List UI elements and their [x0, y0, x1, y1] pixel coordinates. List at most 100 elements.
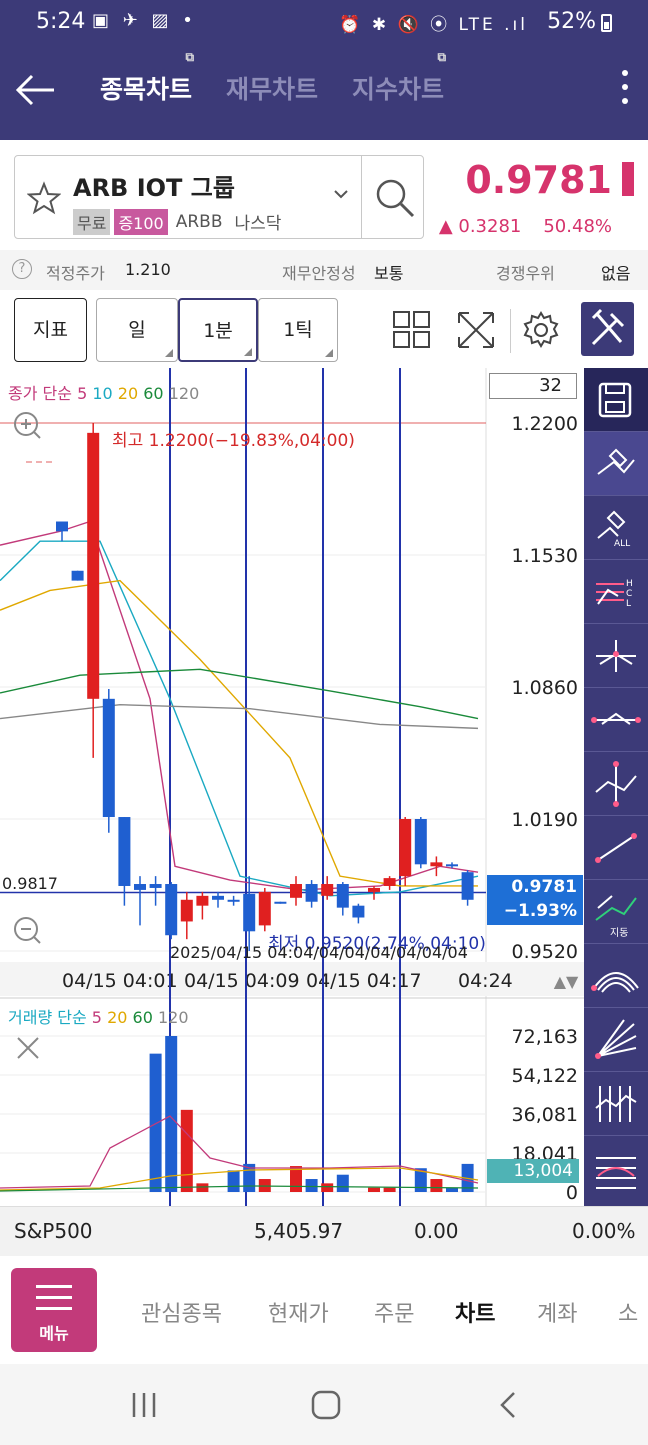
stock-selector[interactable]: ARB IOT 그룹 무료 증100 ARBB 나스닥: [14, 155, 424, 239]
candle-body: [227, 899, 240, 902]
volume-tick-label: 36,081: [512, 1104, 578, 1126]
chart-type-tabs: 종목차트 ⧉ 재무차트 지수차트 ⧉: [100, 50, 446, 106]
volume-bar: [321, 1183, 334, 1192]
help-icon[interactable]: ?: [12, 259, 32, 279]
channel-icon[interactable]: [584, 1136, 648, 1206]
close-icon[interactable]: [17, 1037, 39, 1059]
period-tick-button[interactable]: 1틱: [258, 298, 338, 362]
erase-all-icon[interactable]: ALL: [584, 496, 648, 560]
gear-icon[interactable]: [518, 307, 564, 353]
candle-body: [56, 521, 68, 532]
indicator-button[interactable]: 지표: [14, 298, 87, 362]
vertical-line-icon[interactable]: [584, 752, 648, 816]
tab-index-chart[interactable]: 지수차트 ⧉: [352, 50, 446, 106]
moving-average-line: [0, 668, 479, 720]
volume-bar: [305, 1179, 318, 1192]
nav-current-price[interactable]: 현재가: [268, 1296, 329, 1328]
candle-body: [102, 698, 115, 818]
nav-order[interactable]: 주문: [374, 1296, 414, 1328]
candle-body: [118, 817, 131, 886]
arc-icon[interactable]: [584, 944, 648, 1008]
menu-button[interactable]: 메뉴: [11, 1268, 97, 1352]
crosshair-icon[interactable]: [584, 624, 648, 688]
fair-price-label: 적정주가: [46, 264, 105, 283]
chart-canvas[interactable]: 1.2200 1.1530 1.0860 1.0190 0.9520 72,163 54,1…: [0, 368, 584, 1206]
candle-body: [149, 884, 162, 888]
nav-more[interactable]: 소: [618, 1296, 638, 1328]
candle-body: [336, 884, 349, 908]
battery-icon: [601, 14, 612, 32]
tab-stock-chart[interactable]: 종목차트 ⧉: [100, 50, 194, 106]
back-arrow-icon[interactable]: [14, 68, 58, 112]
candle-body: [196, 895, 209, 906]
current-price-tag-value: 0.9781: [511, 877, 577, 897]
divider: [510, 309, 511, 353]
ma-legend[interactable]: 종가 단순 5 10 20 60 120: [8, 380, 199, 404]
nav-watchlist[interactable]: 관심종목: [141, 1296, 222, 1328]
drawing-tools-button[interactable]: [581, 302, 634, 356]
y-tick-label: 1.1530: [512, 545, 578, 567]
candle-count-box[interactable]: 32: [489, 373, 577, 399]
nav-chart[interactable]: 차트: [455, 1296, 495, 1328]
back-icon[interactable]: [494, 1389, 526, 1421]
volume-tick-label: 72,163: [512, 1026, 578, 1048]
copy-icon: ⧉: [437, 50, 447, 64]
zoom-out-icon[interactable]: [14, 917, 41, 944]
exchange-label: 나스닥: [234, 214, 282, 234]
period-day-button[interactable]: 일: [96, 298, 178, 362]
tab-financial-chart[interactable]: 재무차트: [226, 70, 318, 106]
zoom-in-icon[interactable]: [14, 412, 41, 439]
index-ticker-row[interactable]: S&P500 5,405.97 0.00 0.00%: [0, 1206, 648, 1256]
candle-body: [258, 891, 271, 926]
auto-trend-icon[interactable]: 지동: [584, 880, 648, 944]
hcl-lines-icon[interactable]: HCL: [584, 560, 648, 624]
volume-tick-label: 0: [566, 1182, 578, 1204]
horizontal-line-icon[interactable]: [584, 688, 648, 752]
volume-legend[interactable]: 거래량 단순 5 20 60 120: [8, 1004, 189, 1028]
candle-body: [274, 901, 287, 904]
app-header: 5:24 ▣ ✈ ▨ • ⏰ ✱ 🔇 ⦿ LTE .ıl 52% 종목차트 ⧉ 재…: [0, 0, 648, 140]
volume-bar: [165, 1036, 178, 1192]
fair-price-value: 1.210: [125, 260, 171, 279]
bottom-navigation: 메뉴 관심종목 현재가 주문 차트 계좌 소: [0, 1256, 648, 1364]
candle-body: [71, 570, 84, 581]
y-tick-label: 1.2200: [512, 413, 578, 435]
nav-account[interactable]: 계좌: [537, 1296, 577, 1328]
recent-apps-icon[interactable]: [128, 1389, 160, 1421]
home-icon[interactable]: [310, 1389, 342, 1421]
y-tick-label: 0.9520: [512, 941, 578, 963]
vertical-cycles-icon[interactable]: [584, 1072, 648, 1136]
price-chart[interactable]: 1.2200 1.1530 1.0860 1.0190 0.9520 72,163 54,1…: [0, 368, 584, 1206]
scroll-arrows-icon: ▲▼: [554, 972, 579, 991]
candle-body: [305, 884, 318, 902]
candle-body: [414, 819, 427, 865]
candle-body: [87, 432, 100, 699]
candle-body: [399, 819, 412, 877]
chevron-down-icon[interactable]: [333, 186, 349, 202]
volume-current-tag: 13,004: [487, 1159, 579, 1183]
search-icon[interactable]: [373, 176, 417, 220]
candle-body: [212, 895, 224, 900]
trendline-icon[interactable]: [584, 816, 648, 880]
date-cursor-labels: 2025/04/15 04:04/04/04/04/04/04/04: [170, 943, 468, 962]
fullscreen-icon[interactable]: [453, 307, 499, 353]
more-menu-icon[interactable]: [620, 70, 630, 110]
star-icon[interactable]: [27, 181, 61, 215]
candle-body: [321, 884, 334, 896]
index-change: 0.00: [414, 1219, 459, 1243]
fan-lines-icon[interactable]: [584, 1008, 648, 1072]
divider: [361, 156, 362, 238]
candle-body: [352, 905, 365, 918]
stability-label: 재무안정성: [282, 264, 356, 283]
competition-value: 없음: [601, 264, 631, 283]
grid-layout-icon[interactable]: [389, 307, 435, 353]
candle-body: [134, 884, 146, 890]
svg-text:C: C: [626, 589, 632, 599]
period-minute-button[interactable]: 1분: [178, 298, 258, 362]
competition-label: 경쟁우위: [496, 264, 555, 283]
eraser-icon[interactable]: [584, 432, 648, 496]
save-icon[interactable]: [584, 368, 648, 432]
status-bar: 5:24 ▣ ✈ ▨ • ⏰ ✱ 🔇 ⦿ LTE .ıl 52%: [0, 8, 648, 38]
index-change-percent: 0.00%: [572, 1219, 636, 1243]
y-tick-label: 1.0860: [512, 677, 578, 699]
